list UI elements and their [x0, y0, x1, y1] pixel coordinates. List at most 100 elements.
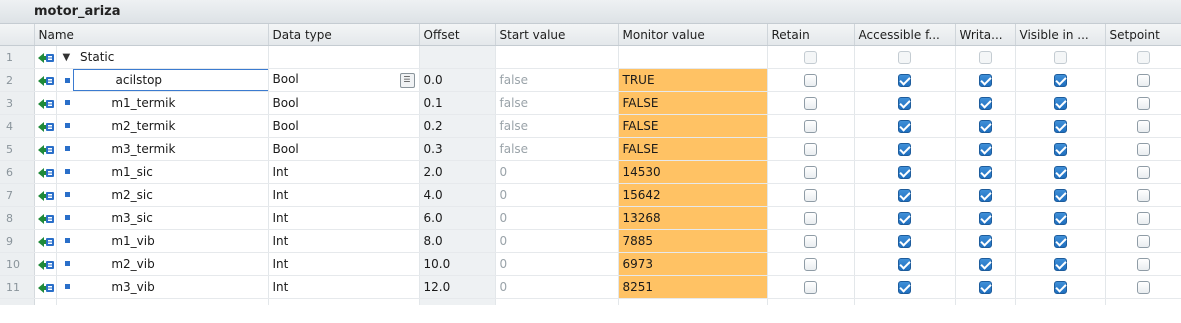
writable-checkbox[interactable]	[978, 74, 992, 87]
table-row[interactable]: 8 m3_sic Int 6.0 0 13268	[0, 206, 1181, 230]
start-value-cell[interactable]: 0	[495, 183, 619, 207]
start-value-cell[interactable]: false	[495, 137, 619, 161]
setpoint-checkbox[interactable]	[1136, 143, 1150, 156]
setpoint-checkbox[interactable]	[1136, 258, 1150, 271]
data-type-header[interactable]: Data type	[268, 24, 420, 46]
retain-checkbox[interactable]	[804, 212, 817, 225]
retain-checkbox[interactable]	[804, 166, 817, 179]
start-value-cell[interactable]: false	[495, 68, 619, 92]
data-type-cell[interactable]: ☰ Bool	[268, 68, 420, 92]
member-name[interactable]: m3_sic	[111, 211, 153, 225]
accessible-checkbox[interactable]	[898, 97, 911, 110]
table-row[interactable]: 9 m1_vib Int 8.0 0 7885	[0, 229, 1181, 253]
visible-checkbox[interactable]	[1053, 258, 1067, 271]
writable-header[interactable]: Writa...	[955, 24, 1016, 46]
visible-checkbox[interactable]	[1053, 120, 1067, 133]
visible-checkbox[interactable]	[1053, 212, 1067, 225]
table-row[interactable]: 2 acilstop ☰ Bool 0.0 false TRUE	[0, 68, 1181, 92]
retain-checkbox[interactable]	[804, 235, 817, 248]
table-row[interactable]: 6 m1_sic Int 2.0 0 14530	[0, 160, 1181, 184]
table-row[interactable]: 7 m2_sic Int 4.0 0 15642	[0, 183, 1181, 207]
writable-checkbox[interactable]	[978, 212, 992, 225]
data-type-cell[interactable]: Bool	[268, 137, 420, 161]
start-value-cell[interactable]: 0	[495, 206, 619, 230]
accessible-checkbox[interactable]	[898, 166, 911, 179]
accessible-checkbox[interactable]	[898, 258, 911, 271]
accessible-checkbox[interactable]	[898, 120, 911, 133]
retain-checkbox[interactable]	[804, 258, 817, 271]
member-name[interactable]: acilstop	[116, 73, 163, 87]
start-value-cell[interactable]: 0	[495, 229, 619, 253]
member-name[interactable]: m3_vib	[111, 280, 154, 294]
start-value-header[interactable]: Start value	[495, 24, 619, 46]
start-value-cell[interactable]: 0	[495, 160, 619, 184]
visible-checkbox[interactable]	[1053, 97, 1067, 110]
visible-checkbox[interactable]	[1053, 189, 1067, 202]
data-type-cell[interactable]: Int	[268, 229, 420, 253]
member-name[interactable]: m2_termik	[111, 119, 175, 133]
visible-checkbox[interactable]	[1053, 74, 1067, 87]
setpoint-checkbox[interactable]	[1136, 212, 1150, 225]
writable-checkbox[interactable]	[978, 235, 992, 248]
member-name[interactable]: m3_termik	[111, 142, 175, 156]
data-type-cell[interactable]: Int	[268, 252, 420, 276]
data-type-cell[interactable]: Int	[268, 206, 420, 230]
setpoint-checkbox[interactable]	[1136, 189, 1150, 202]
table-row[interactable]: 3 m1_termik Bool 0.1 false FALSE	[0, 91, 1181, 115]
writable-checkbox[interactable]	[978, 143, 992, 156]
retain-checkbox[interactable]	[804, 281, 817, 294]
retain-checkbox[interactable]	[804, 120, 817, 133]
start-value-cell[interactable]: false	[495, 114, 619, 138]
offset-header[interactable]: Offset	[419, 24, 496, 46]
visible-header[interactable]: Visible in ...	[1015, 24, 1106, 46]
collapse-triangle-icon[interactable]: ▼	[63, 52, 71, 63]
writable-checkbox[interactable]	[978, 281, 992, 294]
accessible-checkbox[interactable]	[898, 74, 911, 87]
setpoint-checkbox[interactable]	[1136, 235, 1150, 248]
table-row[interactable]: 4 m2_termik Bool 0.2 false FALSE	[0, 114, 1181, 138]
data-type-cell[interactable]: Int	[268, 160, 420, 184]
setpoint-header[interactable]: Setpoint	[1105, 24, 1181, 46]
retain-checkbox[interactable]	[804, 143, 817, 156]
accessible-header[interactable]: Accessible f...	[854, 24, 956, 46]
accessible-checkbox[interactable]	[898, 281, 911, 294]
data-type-cell[interactable]: Bool	[268, 91, 420, 115]
visible-checkbox[interactable]	[1053, 281, 1067, 294]
accessible-checkbox[interactable]	[898, 212, 911, 225]
accessible-checkbox[interactable]	[898, 189, 911, 202]
setpoint-checkbox[interactable]	[1136, 97, 1150, 110]
writable-checkbox[interactable]	[978, 120, 992, 133]
table-row[interactable]: 11 m3_vib Int 12.0 0 8251	[0, 275, 1181, 299]
visible-checkbox[interactable]	[1053, 235, 1067, 248]
retain-header[interactable]: Retain	[767, 24, 855, 46]
writable-checkbox[interactable]	[978, 166, 992, 179]
setpoint-checkbox[interactable]	[1136, 74, 1150, 87]
member-name[interactable]: m1_vib	[111, 234, 154, 248]
name-edit-box[interactable]: acilstop	[72, 69, 267, 91]
retain-checkbox[interactable]	[804, 97, 817, 110]
member-name[interactable]: m2_vib	[111, 257, 154, 271]
table-row[interactable]: 10 m2_vib Int 10.0 0 6973	[0, 252, 1181, 276]
retain-checkbox[interactable]	[804, 189, 817, 202]
member-name[interactable]: m2_sic	[111, 188, 153, 202]
member-name[interactable]: m1_termik	[111, 96, 175, 110]
setpoint-checkbox[interactable]	[1136, 281, 1150, 294]
accessible-checkbox[interactable]	[898, 143, 911, 156]
start-value-cell[interactable]: 0	[495, 252, 619, 276]
writable-checkbox[interactable]	[978, 189, 992, 202]
static-section-row[interactable]: 1 ▼ Static	[0, 45, 1181, 69]
writable-checkbox[interactable]	[978, 97, 992, 110]
member-name[interactable]: m1_sic	[111, 165, 153, 179]
data-type-cell[interactable]: Int	[268, 183, 420, 207]
start-value-cell[interactable]: 0	[495, 275, 619, 299]
setpoint-checkbox[interactable]	[1136, 166, 1150, 179]
retain-checkbox[interactable]	[804, 74, 817, 87]
table-row[interactable]: 5 m3_termik Bool 0.3 false FALSE	[0, 137, 1181, 161]
start-value-cell[interactable]: false	[495, 91, 619, 115]
name-header[interactable]: Name	[34, 24, 269, 46]
visible-checkbox[interactable]	[1053, 143, 1067, 156]
visible-checkbox[interactable]	[1053, 166, 1067, 179]
setpoint-checkbox[interactable]	[1136, 120, 1150, 133]
accessible-checkbox[interactable]	[898, 235, 911, 248]
writable-checkbox[interactable]	[978, 258, 992, 271]
